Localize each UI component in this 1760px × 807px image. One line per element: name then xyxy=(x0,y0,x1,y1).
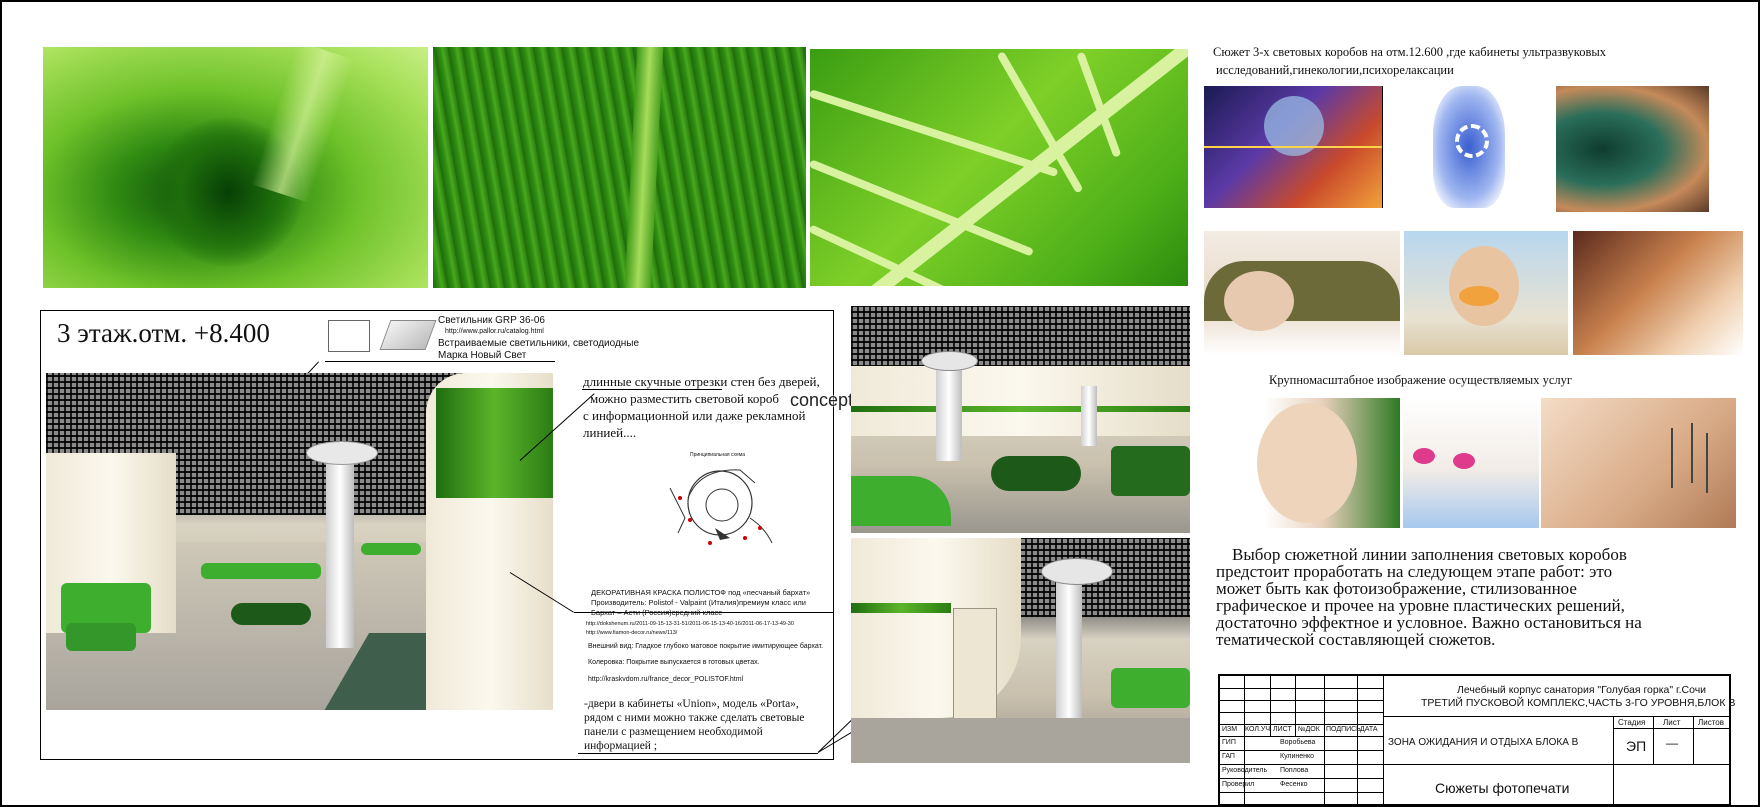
corridor-note-line3: с информационной или даже рекламной xyxy=(583,408,806,423)
mud-mask-photo xyxy=(1204,231,1400,355)
corridor-render-main xyxy=(46,373,553,710)
services-caption: Крупномасштабное изображение осуществляе… xyxy=(1269,373,1572,387)
name-gip: Воробьева xyxy=(1280,739,1316,746)
paint-link-2[interactable]: http://www.fiamon-decor.ru/news/113/ xyxy=(586,630,677,636)
zone-title: ЗОНА ОЖИДАНИЯ И ОТДЫХА БЛОКА В xyxy=(1388,737,1579,748)
project-line2: ТРЕТИЙ ПУСКОВОЙ КОМПЛЕКС,ЧАСТЬ 3-ГО УРОВ… xyxy=(1421,697,1736,709)
paragraph-line6: тематической составляющей сюжетов. xyxy=(1216,630,1496,649)
project-line1: Лечебный корпус санатория "Голубая горка… xyxy=(1457,684,1707,696)
role-gip: ГИП xyxy=(1222,739,1236,746)
corridor-note-line2: можно разместить световой короб xyxy=(590,391,780,406)
name-head: Поплова xyxy=(1280,767,1309,774)
doors-note-line4: информацией ; xyxy=(584,740,658,752)
skincare-photo xyxy=(1207,398,1400,528)
doors-note-line3: панели с размещением необходимой xyxy=(584,726,763,738)
paint-title: ДЕКОРАТИВНАЯ КРАСКА ПОЛИСТОФ под «песчан… xyxy=(591,588,811,597)
doors-underline xyxy=(578,753,818,754)
plan-sketch xyxy=(669,469,773,545)
lamp-url[interactable]: http://www.pallor.ru/catalog.html xyxy=(445,328,544,335)
doors-note-line1: -двери в кабинеты «Union», модель «Porta… xyxy=(584,698,799,710)
title-block: ИЗМ КОЛ.УЧ ЛИСТ №ДОК ПОДПИСЬ ДАТА ГИП Во… xyxy=(1218,674,1735,806)
sheet-header: Лист xyxy=(1663,718,1681,727)
sheet-value: — xyxy=(1666,736,1678,750)
corridor-render-top xyxy=(851,306,1190,533)
paint-link-1[interactable]: http://dokshenum.ru/2011-09-15-13-31-51/… xyxy=(586,621,794,627)
stage-header: Стадия xyxy=(1618,718,1646,727)
massage-photo xyxy=(1573,231,1743,355)
corridor-note-line1: длинные скучные отрезки стен без дверей, xyxy=(583,374,820,389)
paint-manufacturer: Производитель: Polistof - Valpaint (Итал… xyxy=(591,598,806,607)
right-heading-line2: исследований,гинекологии,психорелаксации xyxy=(1216,63,1454,77)
lamp-drawing-icon xyxy=(328,320,370,352)
lamp-brand: Марка Новый Свет xyxy=(438,350,527,361)
paint-colour: Колеровка: Покрытие выпускается в готовы… xyxy=(588,659,760,666)
name-gap: Кулиненко xyxy=(1280,753,1315,760)
ultrasound-photo xyxy=(1204,86,1382,208)
body-gears-photo xyxy=(1382,86,1558,208)
acupuncture-photo xyxy=(1541,398,1736,528)
col-ndok: №ДОК xyxy=(1298,726,1320,733)
door-render xyxy=(953,608,997,730)
col-list: ЛИСТ xyxy=(1273,726,1292,733)
leaf-stripes-photo xyxy=(433,47,806,288)
paint-link-3[interactable]: http://kraskvdom.ru/france_decor_POLISTO… xyxy=(588,676,743,683)
beach-woman-photo xyxy=(1404,231,1568,355)
sheets-header: Листов xyxy=(1698,718,1724,727)
doors-note-line2: рядом с ними можно также сделать световы… xyxy=(584,712,805,724)
paint-alternative: Бархат – Асти (Россия)средний класс xyxy=(591,608,722,617)
psychorelax-photo xyxy=(1556,86,1709,212)
paint-appearance: Внешний вид: Гладкое глубоко матовое пок… xyxy=(588,643,823,650)
lamp-description: Встраиваемые светильники, светодиодные xyxy=(438,338,640,349)
drawing-title: Сюжеты фотопечати xyxy=(1435,780,1570,796)
col-kol-uch: КОЛ.УЧ xyxy=(1245,726,1271,733)
corridor-render-bottom xyxy=(851,538,1190,763)
col-data: ДАТА xyxy=(1360,726,1378,733)
leaf-spiral-photo xyxy=(43,47,428,288)
right-heading-line1: Сюжет 3-х световых коробов на отм.12.600… xyxy=(1213,45,1607,59)
name-checked: Фесенко xyxy=(1280,781,1308,788)
corridor-leader xyxy=(582,389,722,390)
col-podpis: ПОДПИСЬ xyxy=(1326,726,1361,733)
role-checked: Проверил xyxy=(1222,781,1255,788)
role-head: Руководитель xyxy=(1222,767,1268,774)
stage-value: ЭП xyxy=(1626,738,1647,754)
lamp-leader xyxy=(325,361,555,362)
role-gap: ГАП xyxy=(1222,753,1235,760)
corridor-note-line4: линией.... xyxy=(583,425,637,440)
leaf-veins-photo xyxy=(810,49,1188,286)
lamp-title: Светильник GRP 36-06 xyxy=(438,315,545,326)
floor-title: 3 этаж.отм. +8.400 xyxy=(57,318,270,348)
spa-flowers-photo xyxy=(1403,398,1539,528)
col-izm: ИЗМ xyxy=(1222,726,1238,733)
